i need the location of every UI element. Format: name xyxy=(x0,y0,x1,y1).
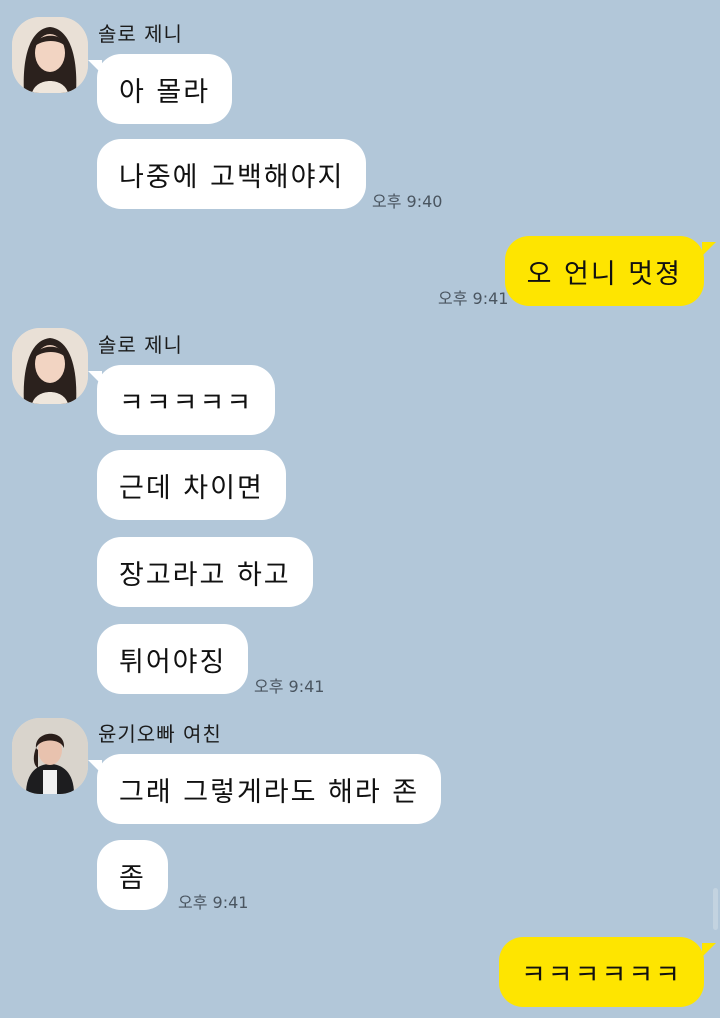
message-bubble[interactable]: 근데 차이면 xyxy=(97,450,286,520)
message-bubble[interactable]: 장고라고 하고 xyxy=(97,537,313,607)
bubble-tail xyxy=(702,943,716,957)
sender-name: 윤기오빠 여친 xyxy=(98,722,222,746)
profile-photo-girlfriend xyxy=(12,718,88,794)
message-bubble[interactable]: 그래 그렇게라도 해라 존 xyxy=(97,754,442,824)
message-bubble[interactable]: 아 몰라 xyxy=(97,54,233,124)
avatar[interactable] xyxy=(12,718,88,794)
bubble-tail xyxy=(702,242,716,256)
message-time: 오후 9:41 xyxy=(438,289,509,308)
message-bubble[interactable]: ㅋㅋㅋㅋㅋ xyxy=(97,365,276,435)
message-bubble-outgoing[interactable]: 오 언니 멋졍 xyxy=(504,236,704,306)
profile-photo-jennie xyxy=(12,17,88,93)
profile-photo-jennie xyxy=(12,328,88,404)
message-time: 오후 9:41 xyxy=(254,677,325,696)
sender-name: 솔로 제니 xyxy=(98,22,183,46)
message-bubble[interactable]: 나중에 고백해야지 xyxy=(97,139,367,209)
message-bubble[interactable]: 튀어야징 xyxy=(97,624,249,694)
avatar[interactable] xyxy=(12,328,88,404)
sender-name: 솔로 제니 xyxy=(98,333,183,357)
message-bubble[interactable]: 좀 xyxy=(97,840,168,910)
message-time: 오후 9:41 xyxy=(178,893,249,912)
message-time: 오후 9:40 xyxy=(372,192,443,211)
message-bubble-outgoing[interactable]: ㅋㅋㅋㅋㅋㅋ xyxy=(498,937,704,1007)
scrollbar[interactable] xyxy=(713,888,718,930)
avatar[interactable] xyxy=(12,17,88,93)
